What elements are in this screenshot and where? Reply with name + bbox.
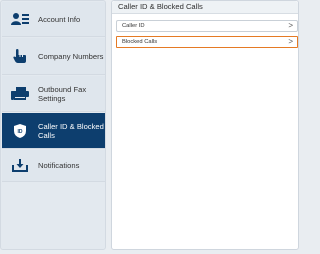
account-card-icon [2,12,38,26]
panel-title: Caller ID & Blocked Calls [118,2,203,11]
caller-id-panel: Caller ID & Blocked Calls Caller ID > Bl… [111,0,299,250]
sidebar-item-label: Outbound Fax Settings [38,84,87,103]
fax-icon [2,87,38,100]
inbox-icon [2,159,38,172]
sidebar-item-label: Caller ID & Blocked Calls [38,121,104,140]
chevron-right-icon: > [288,37,293,46]
sidebar-item-label: Account Info [38,14,81,24]
shield-id-icon: ID [2,123,38,138]
sidebar-item-account-info[interactable]: Account Info [2,2,105,37]
sidebar-item-label: Company Numbers [38,51,104,61]
sidebar-nav: Account Info Company Numbers Outbound Fa… [0,0,106,250]
caller-id-row[interactable]: Caller ID > [116,20,298,32]
panel-header: Caller ID & Blocked Calls [112,1,298,14]
sidebar-item-outbound-fax[interactable]: Outbound Fax Settings [2,76,105,112]
chevron-right-icon: > [288,21,293,30]
svg-text:ID: ID [18,129,23,135]
sidebar-item-notifications[interactable]: Notifications [2,150,105,182]
row-label: Caller ID [122,22,145,29]
blocked-calls-row[interactable]: Blocked Calls > [116,36,298,48]
settings-page: Account Info Company Numbers Outbound Fa… [0,0,300,254]
sidebar-item-caller-id-blocked[interactable]: ID Caller ID & Blocked Calls [2,113,105,149]
row-label: Blocked Calls [122,38,158,45]
hand-pointer-icon [2,48,38,64]
sidebar-item-label: Notifications [38,161,80,170]
sidebar-item-company-numbers[interactable]: Company Numbers [2,38,105,75]
